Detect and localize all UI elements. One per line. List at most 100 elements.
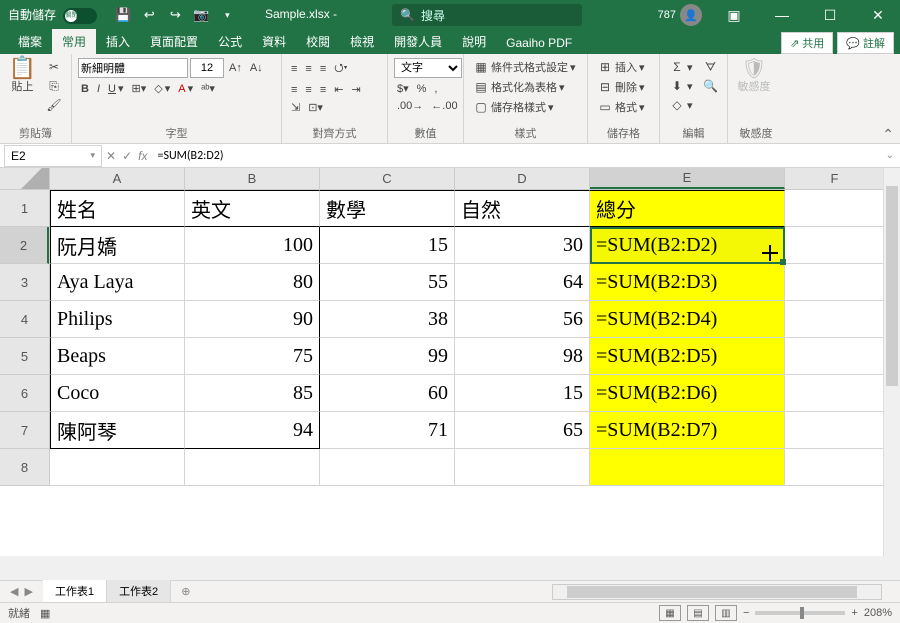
minimize-icon[interactable]: — bbox=[760, 0, 804, 30]
cell[interactable]: 15 bbox=[455, 375, 590, 412]
align-bottom-button[interactable]: ≡ bbox=[317, 62, 329, 76]
cells-area[interactable]: 姓名 英文 數學 自然 總分 阮月嬌 100 15 30 =SUM(B2:D2)… bbox=[50, 190, 885, 486]
cell[interactable]: 陳阿琴 bbox=[50, 412, 185, 449]
sort-filter-button[interactable]: ᗊ bbox=[700, 58, 722, 76]
font-name-select[interactable] bbox=[78, 58, 188, 78]
zoom-level[interactable]: 208% bbox=[864, 607, 892, 619]
paste-button[interactable]: 📋 貼上 bbox=[6, 58, 39, 96]
save-icon[interactable]: 💾 bbox=[115, 7, 131, 23]
scrollbar-thumb[interactable] bbox=[567, 586, 857, 598]
align-middle-button[interactable]: ≡ bbox=[302, 62, 314, 76]
find-select-button[interactable]: 🔍 bbox=[700, 77, 722, 95]
tab-review[interactable]: 校閱 bbox=[296, 29, 340, 54]
cell[interactable]: 38 bbox=[320, 301, 455, 338]
col-header-a[interactable]: A bbox=[50, 168, 185, 189]
format-as-table-button[interactable]: ▤格式化為表格▾ bbox=[470, 78, 568, 96]
row-header[interactable]: 7 bbox=[0, 412, 49, 449]
copy-button[interactable]: ⎘ bbox=[43, 77, 65, 95]
cell[interactable]: 姓名 bbox=[50, 190, 185, 227]
cell[interactable]: =SUM(B2:D2) bbox=[590, 227, 785, 264]
tab-developer[interactable]: 開發人員 bbox=[384, 29, 452, 54]
cell-styles-button[interactable]: ▢儲存格樣式▾ bbox=[470, 98, 557, 116]
row-header[interactable]: 3 bbox=[0, 264, 49, 301]
fill-color-button[interactable]: ◇▾ bbox=[151, 81, 173, 96]
delete-cells-button[interactable]: ⊟刪除▾ bbox=[594, 78, 648, 96]
row-header[interactable]: 1 bbox=[0, 190, 49, 227]
tab-gaaiho[interactable]: Gaaiho PDF bbox=[496, 32, 582, 54]
tab-view[interactable]: 檢視 bbox=[340, 29, 384, 54]
italic-button[interactable]: I bbox=[94, 82, 103, 96]
underline-button[interactable]: U▾ bbox=[105, 81, 126, 96]
account-button[interactable]: 787 👤 bbox=[652, 4, 708, 26]
row-header[interactable]: 5 bbox=[0, 338, 49, 375]
col-header-d[interactable]: D bbox=[455, 168, 590, 189]
align-center-button[interactable]: ≡ bbox=[302, 83, 314, 97]
fill-button[interactable]: ⬇▾ bbox=[666, 77, 696, 95]
sheet-tab[interactable]: 工作表2 bbox=[107, 580, 171, 603]
number-format-select[interactable]: 文字 bbox=[394, 58, 462, 78]
indent-decrease-button[interactable]: ⇤ bbox=[331, 82, 346, 97]
name-box[interactable]: E2 ▾ bbox=[4, 145, 102, 167]
border-button[interactable]: ⊞▾ bbox=[129, 81, 150, 96]
close-icon[interactable]: ✕ bbox=[856, 0, 900, 30]
cell[interactable]: 30 bbox=[455, 227, 590, 264]
cell[interactable]: 60 bbox=[320, 375, 455, 412]
tab-pagelayout[interactable]: 頁面配置 bbox=[140, 29, 208, 54]
sheet-nav[interactable]: ◀▶ bbox=[0, 585, 43, 598]
row-header[interactable]: 4 bbox=[0, 301, 49, 338]
scrollbar-thumb[interactable] bbox=[886, 186, 898, 386]
cell[interactable]: Aya Laya bbox=[50, 264, 185, 301]
tab-insert[interactable]: 插入 bbox=[96, 29, 140, 54]
cell[interactable]: 55 bbox=[320, 264, 455, 301]
cell[interactable]: 90 bbox=[185, 301, 320, 338]
cell[interactable]: 80 bbox=[185, 264, 320, 301]
format-cells-button[interactable]: ▭格式▾ bbox=[594, 98, 648, 116]
share-button[interactable]: ⇗共用 bbox=[781, 32, 833, 54]
sheet-tab[interactable]: 工作表1 bbox=[43, 580, 107, 604]
cell[interactable] bbox=[185, 449, 320, 486]
redo-icon[interactable]: ↪ bbox=[167, 7, 183, 23]
undo-icon[interactable]: ↩ bbox=[141, 7, 157, 23]
tab-help[interactable]: 說明 bbox=[452, 29, 496, 54]
currency-button[interactable]: $▾ bbox=[394, 81, 412, 96]
indent-increase-button[interactable]: ⇥ bbox=[348, 82, 363, 97]
format-painter-button[interactable]: 🖌 bbox=[43, 96, 65, 114]
cell[interactable]: 總分 bbox=[590, 190, 785, 227]
cell[interactable] bbox=[590, 449, 785, 486]
row-header[interactable]: 2 bbox=[0, 227, 49, 264]
col-header-f[interactable]: F bbox=[785, 168, 885, 189]
cell[interactable]: 64 bbox=[455, 264, 590, 301]
decrease-font-button[interactable]: A↓ bbox=[247, 61, 266, 75]
cell[interactable]: 56 bbox=[455, 301, 590, 338]
namebox-dropdown-icon[interactable]: ▾ bbox=[90, 150, 95, 161]
cell[interactable]: =SUM(B2:D4) bbox=[590, 301, 785, 338]
maximize-icon[interactable]: ☐ bbox=[808, 0, 852, 30]
tab-formulas[interactable]: 公式 bbox=[208, 29, 252, 54]
cell[interactable] bbox=[785, 190, 885, 227]
orientation-button[interactable]: ⭯▾ bbox=[331, 58, 350, 79]
page-layout-view-button[interactable]: ▤ bbox=[687, 605, 709, 621]
formula-input[interactable]: =SUM(B2:D2) bbox=[151, 149, 879, 163]
zoom-out-button[interactable]: − bbox=[743, 607, 749, 619]
bold-button[interactable]: B bbox=[78, 82, 92, 96]
autosum-button[interactable]: Σ▾ bbox=[666, 58, 696, 76]
ribbon-display-icon[interactable]: ▣ bbox=[712, 0, 756, 30]
conditional-format-button[interactable]: ▦條件式格式設定▾ bbox=[470, 58, 579, 76]
zoom-slider[interactable] bbox=[755, 611, 845, 615]
cell[interactable]: 85 bbox=[185, 375, 320, 412]
cell[interactable] bbox=[785, 375, 885, 412]
cell[interactable] bbox=[50, 449, 185, 486]
phonetic-button[interactable]: ᵃᵇ▾ bbox=[198, 81, 218, 96]
cell[interactable] bbox=[785, 338, 885, 375]
cancel-formula-icon[interactable]: ✕ bbox=[106, 149, 116, 163]
cell[interactable]: =SUM(B2:D7) bbox=[590, 412, 785, 449]
cell[interactable]: 阮月嬌 bbox=[50, 227, 185, 264]
cell[interactable]: 100 bbox=[185, 227, 320, 264]
cell[interactable]: 英文 bbox=[185, 190, 320, 227]
wrap-text-button[interactable]: ⇲ bbox=[288, 100, 303, 115]
search-box[interactable]: 🔍 搜尋 bbox=[392, 4, 582, 26]
macro-record-icon[interactable]: ▦ bbox=[40, 607, 50, 620]
align-top-button[interactable]: ≡ bbox=[288, 62, 300, 76]
row-header[interactable]: 6 bbox=[0, 375, 49, 412]
col-header-c[interactable]: C bbox=[320, 168, 455, 189]
